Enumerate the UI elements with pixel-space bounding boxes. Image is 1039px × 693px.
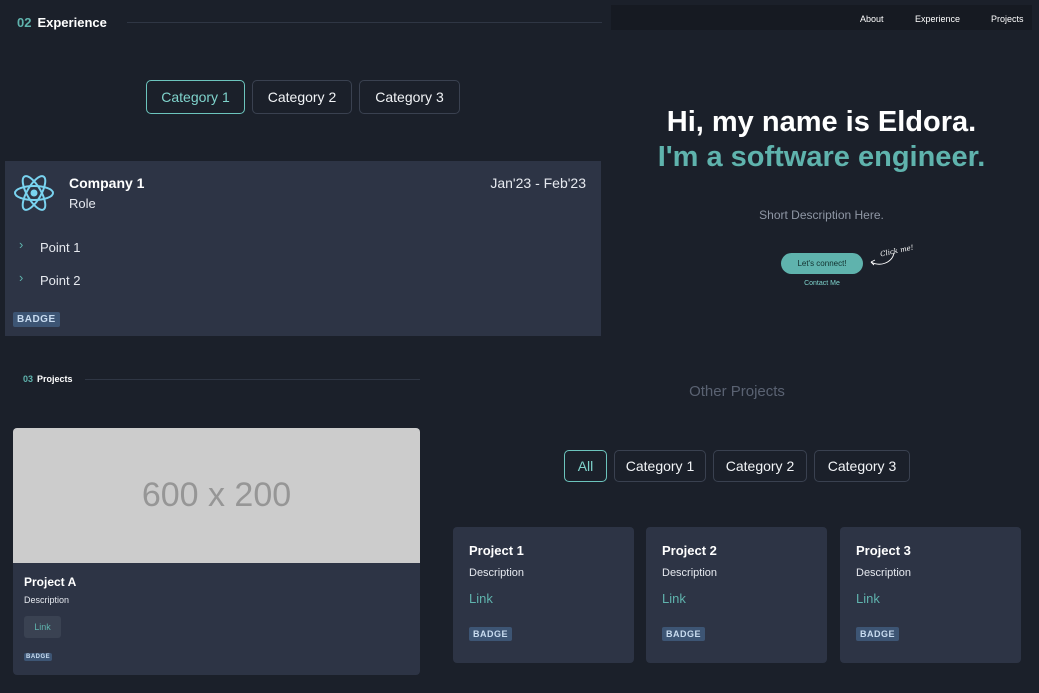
hero-greeting: Hi, my name is Eldora.	[666, 106, 977, 138]
tab-category-1[interactable]: Category 1	[146, 80, 245, 114]
tab-category-2[interactable]: Category 2	[713, 450, 807, 482]
tab-all[interactable]: All	[564, 450, 607, 482]
section-title: Projects	[37, 374, 73, 384]
status-badge: BADGE	[662, 627, 706, 641]
project-card-3: Project 3 Description Link BADGE	[840, 527, 1021, 663]
project-card-2: Project 2 Description Link BADGE	[646, 527, 827, 663]
project-title: Project 2	[662, 543, 717, 558]
project-link[interactable]: Link	[662, 591, 686, 606]
chevron-right-icon: ›	[19, 270, 24, 285]
list-item: Point 1	[40, 240, 81, 255]
experience-card: Company 1 Role Jan'23 - Feb'23 › Point 1…	[5, 161, 601, 336]
project-title: Project 3	[856, 543, 911, 558]
chevron-right-icon: ›	[19, 237, 24, 252]
section-number: 02	[17, 14, 32, 30]
project-description: Description	[662, 567, 718, 579]
project-title: Project 1	[469, 543, 524, 558]
company-name: Company 1	[69, 175, 145, 191]
status-badge: BADGE	[24, 653, 53, 661]
project-link[interactable]: Link	[469, 591, 493, 606]
project-link[interactable]: Link	[856, 591, 880, 606]
hero-description: Short Description Here.	[759, 208, 884, 222]
tab-category-2[interactable]: Category 2	[252, 80, 352, 114]
job-role: Role	[69, 196, 96, 211]
nav-projects[interactable]: Projects	[991, 14, 1024, 24]
tab-category-1[interactable]: Category 1	[614, 450, 706, 482]
project-title: Project A	[24, 575, 77, 589]
hero-tagline: I'm a software engineer.	[657, 141, 986, 173]
section-title: Experience	[37, 14, 107, 30]
status-badge: BADGE	[469, 627, 513, 641]
project-description: Description	[856, 567, 912, 579]
section-divider	[84, 378, 420, 380]
contact-me-link[interactable]: Contact Me	[781, 280, 863, 287]
other-projects-title: Other Projects	[689, 383, 785, 400]
status-badge: BADGE	[856, 627, 900, 641]
status-badge: BADGE	[13, 312, 60, 327]
featured-project-card: 600 x 200 Project A Description Link BAD…	[13, 428, 420, 675]
experience-section-header: 02 Experience	[17, 14, 602, 30]
tab-category-3[interactable]: Category 3	[814, 450, 910, 482]
project-description: Description	[469, 567, 525, 579]
projects-section-header: 03 Projects	[23, 374, 420, 384]
project-link-button[interactable]: Link	[24, 616, 61, 638]
list-item: Point 2	[40, 273, 81, 288]
project-description: Description	[24, 595, 70, 605]
navbar: About Experience Projects	[611, 5, 1032, 30]
nav-about[interactable]: About	[860, 14, 884, 24]
nav-experience[interactable]: Experience	[915, 14, 960, 24]
tab-category-3[interactable]: Category 3	[359, 80, 460, 114]
section-divider	[126, 21, 602, 23]
lets-connect-button[interactable]: Let's connect!	[781, 253, 863, 274]
job-dates: Jan'23 - Feb'23	[490, 175, 586, 191]
project-image-placeholder: 600 x 200	[13, 428, 420, 563]
section-number: 03	[23, 374, 34, 384]
project-card-1: Project 1 Description Link BADGE	[453, 527, 634, 663]
react-atom-icon	[13, 174, 55, 212]
